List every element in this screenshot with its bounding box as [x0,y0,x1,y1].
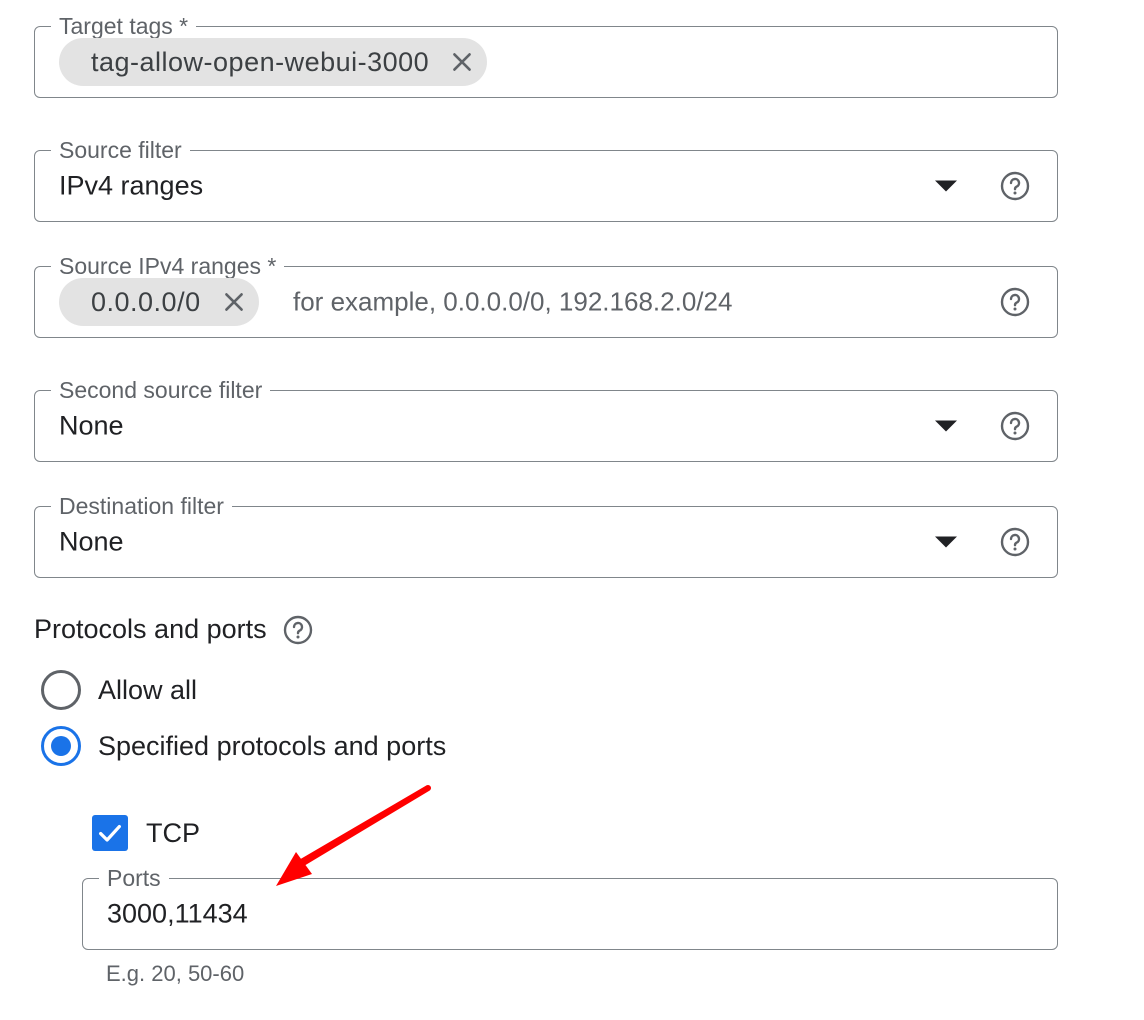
second-source-filter-select[interactable]: Second source filter None [34,376,1058,462]
annotation-arrow-shaft [285,785,431,875]
source-filter-label: Source filter [51,136,190,164]
tcp-checkbox[interactable] [92,815,128,851]
protocols-and-ports-title: Protocols and ports [34,614,267,644]
radio-specified-protocols-label: Specified protocols and ports [98,730,447,761]
ports-label: Ports [99,864,169,892]
radio-allow-all-label: Allow all [98,674,198,705]
firewall-rule-form: Target tags * tag-allow-open-webui-3000 … [0,0,1144,1020]
close-icon[interactable] [449,49,475,75]
ipv4-range-chip[interactable]: 0.0.0.0/0 [59,278,259,326]
second-source-filter-value: None [59,410,124,441]
dropdown-arrow-icon[interactable] [935,180,957,192]
tcp-checkbox-row[interactable]: TCP [92,815,200,851]
ports-input[interactable]: Ports 3000,11434 [82,864,1058,950]
target-tags-field[interactable]: Target tags * tag-allow-open-webui-3000 [34,12,1058,98]
second-source-filter-label: Second source filter [51,376,271,404]
ipv4-ranges-placeholder[interactable]: for example, 0.0.0.0/0, 192.168.2.0/24 [293,287,732,318]
help-icon[interactable] [1000,171,1030,201]
protocols-and-ports-heading: Protocols and ports [34,614,313,645]
source-filter-value: IPv4 ranges [59,170,204,201]
ipv4-range-chip-text: 0.0.0.0/0 [91,286,201,317]
help-icon[interactable] [1000,287,1030,317]
help-icon[interactable] [283,615,313,645]
radio-button-checked[interactable] [41,726,81,766]
dropdown-arrow-icon[interactable] [935,420,957,432]
destination-filter-label: Destination filter [51,492,232,520]
close-icon[interactable] [221,289,247,315]
target-tags-label: Target tags * [51,12,197,40]
target-tag-chip-text: tag-allow-open-webui-3000 [91,46,430,77]
ports-helper-text: E.g. 20, 50-60 [106,961,245,986]
destination-filter-value: None [59,526,124,557]
help-icon[interactable] [1000,527,1030,557]
source-filter-select[interactable]: Source filter IPv4 ranges [34,136,1058,222]
help-icon[interactable] [1000,411,1030,441]
source-ipv4-ranges-label: Source IPv4 ranges * [51,252,285,280]
radio-allow-all[interactable]: Allow all [41,670,197,710]
check-icon [99,824,121,842]
destination-filter-select[interactable]: Destination filter None [34,492,1058,578]
radio-specified-protocols[interactable]: Specified protocols and ports [41,726,446,766]
tcp-label: TCP [146,817,200,848]
ports-value[interactable]: 3000,11434 [107,899,248,930]
source-ipv4-ranges-field[interactable]: Source IPv4 ranges * 0.0.0.0/0 for examp… [34,252,1058,338]
dropdown-arrow-icon[interactable] [935,536,957,548]
radio-button-unchecked[interactable] [41,670,81,710]
target-tag-chip[interactable]: tag-allow-open-webui-3000 [59,38,488,86]
